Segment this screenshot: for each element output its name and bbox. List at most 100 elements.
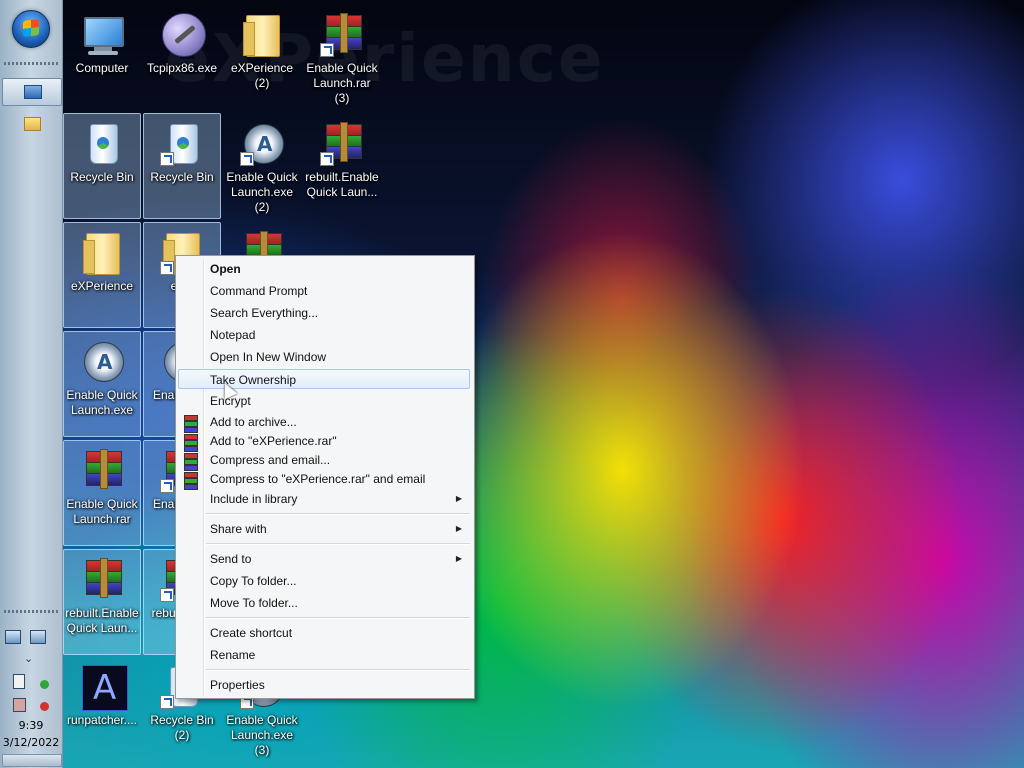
menu-item-label: Move To folder... xyxy=(210,596,298,610)
winrar-archive-icon xyxy=(318,120,366,168)
menu-item-label: Properties xyxy=(210,678,265,692)
icon-label: eXPerience xyxy=(70,279,134,293)
taskbar-grip[interactable] xyxy=(4,62,58,65)
menu-item-label: Send to xyxy=(210,552,252,566)
icon-label: Enable Quick Launch.exe (2) xyxy=(226,170,298,214)
menu-item-move-to-folder[interactable]: Move To folder... xyxy=(178,593,470,613)
clock-date[interactable]: 3/12/2022 xyxy=(0,736,62,749)
icon-label: Recycle Bin xyxy=(70,170,134,184)
winrar-menu-icon xyxy=(184,472,198,490)
shortcut-arrow-icon xyxy=(320,43,334,57)
menu-item-create-shortcut[interactable]: Create shortcut xyxy=(178,623,470,643)
menu-item-label: Open In New Window xyxy=(210,350,327,364)
menu-separator xyxy=(206,513,470,515)
show-desktop-tray-icon[interactable] xyxy=(5,630,21,644)
menu-item-label: Open xyxy=(210,262,241,276)
menu-item-open[interactable]: Open xyxy=(178,259,470,279)
folder-icon xyxy=(238,11,286,59)
shortcut-arrow-icon xyxy=(160,479,174,493)
desktop-icon-tcpip[interactable]: Tcpipx86.exe xyxy=(143,4,221,110)
shortcut-arrow-icon xyxy=(160,152,174,166)
menu-item-compress-to-rar-and-email[interactable]: Compress to "eXPerience.rar" and email xyxy=(178,469,470,490)
icon-label: Recycle Bin (2) xyxy=(150,713,214,742)
menu-item-compress-and-email[interactable]: Compress and email... xyxy=(178,450,470,471)
icon-label: Recycle Bin xyxy=(150,170,214,184)
recycle-bin-icon xyxy=(158,120,206,168)
chevron-down-icon[interactable]: ⌄ xyxy=(24,652,33,665)
desktop-icon-runpatcher[interactable]: runpatcher.... xyxy=(63,656,141,762)
menu-item-open-in-new-window[interactable]: Open In New Window xyxy=(178,347,470,367)
menu-item-label: Rename xyxy=(210,648,256,662)
desktop-icon-computer[interactable]: Computer xyxy=(63,4,141,110)
desktop-icon-enable-quick-launch-rar[interactable]: Enable Quick Launch.rar xyxy=(63,440,141,546)
window-icon xyxy=(24,85,42,99)
winrar-archive-icon xyxy=(318,11,366,59)
submenu-arrow-icon: ▶ xyxy=(455,554,462,563)
shortcut-arrow-icon xyxy=(160,695,174,709)
menu-item-search-everything[interactable]: Search Everything... xyxy=(178,303,470,323)
taskbar-window-button[interactable] xyxy=(2,78,62,106)
desktop-icon-rebuilt-enable-quick-launch[interactable]: rebuilt.Enable Quick Laun... xyxy=(303,113,381,219)
icon-label: Enable Quick Launch.exe xyxy=(66,388,138,417)
error-status-icon[interactable] xyxy=(40,702,49,711)
shortcut-arrow-icon xyxy=(320,152,334,166)
desktop-icon-experience[interactable]: eXPerience xyxy=(63,222,141,328)
menu-separator xyxy=(206,617,470,619)
menu-item-label: Add to archive... xyxy=(210,415,297,429)
menu-item-properties[interactable]: Properties xyxy=(178,675,470,695)
menu-item-add-to-experience-rar[interactable]: Add to "eXPerience.rar" xyxy=(178,431,470,452)
icon-label: eXPerience (2) xyxy=(230,61,294,90)
submenu-arrow-icon: ▶ xyxy=(455,524,462,533)
show-desktop-button[interactable] xyxy=(2,754,62,767)
desktop-icon-enable-quick-launch-exe-2[interactable]: Enable Quick Launch.exe (2) xyxy=(223,113,301,219)
folder-icon xyxy=(78,229,126,277)
desktop-icon-enable-quick-launch-exe[interactable]: Enable Quick Launch.exe xyxy=(63,331,141,437)
menu-item-label: Compress to "eXPerience.rar" and email xyxy=(210,472,426,486)
check-status-icon[interactable] xyxy=(40,680,49,689)
desktop-icon-recycle-bin-shortcut[interactable]: Recycle Bin xyxy=(143,113,221,219)
shortcut-arrow-icon xyxy=(160,261,174,275)
submenu-arrow-icon: ▶ xyxy=(455,494,462,503)
network-globe-icon xyxy=(158,11,206,59)
taskbar-grip-bottom[interactable] xyxy=(4,610,58,613)
icon-label: Computer xyxy=(75,61,129,75)
menu-item-notepad[interactable]: Notepad xyxy=(178,325,470,345)
document-tray-icon[interactable] xyxy=(13,674,25,689)
desktop-icon-rebuilt-enable-quick-launch-2[interactable]: rebuilt.Enable Quick Laun... xyxy=(63,549,141,655)
shortcut-arrow-icon xyxy=(240,152,254,166)
autoit-icon xyxy=(238,120,286,168)
icon-label: Enable Quick Launch.rar xyxy=(66,497,138,526)
menu-item-label: Compress and email... xyxy=(210,453,331,467)
clock-time[interactable]: 9:39 xyxy=(0,719,62,732)
menu-item-label: Create shortcut xyxy=(210,626,293,640)
menu-item-rename[interactable]: Rename xyxy=(178,645,470,665)
winrar-archive-icon xyxy=(78,556,126,604)
context-menu: Open Command Prompt Search Everything...… xyxy=(175,255,475,699)
desktop-icon-experience-2[interactable]: eXPerience (2) xyxy=(223,4,301,110)
icon-label: Enable Quick Launch.rar (3) xyxy=(306,61,378,105)
menu-item-label: Command Prompt xyxy=(210,284,308,298)
desktop-icon-recycle-bin[interactable]: Recycle Bin xyxy=(63,113,141,219)
menu-item-share-with[interactable]: Share with ▶ xyxy=(178,519,470,539)
icon-label: rebuilt.Enable Quick Laun... xyxy=(65,606,139,635)
icon-label: Enable Quick Launch.exe (3) xyxy=(226,713,298,757)
runpatcher-icon xyxy=(78,663,128,711)
menu-item-copy-to-folder[interactable]: Copy To folder... xyxy=(178,571,470,591)
menu-item-command-prompt[interactable]: Command Prompt xyxy=(178,281,470,301)
network-tray-icon[interactable] xyxy=(30,630,46,644)
desktop-icon-enable-quick-launch-rar-3[interactable]: Enable Quick Launch.rar (3) xyxy=(303,4,381,110)
taskbar: ⌄ 9:39 3/12/2022 xyxy=(0,0,63,768)
winrar-menu-icon xyxy=(184,453,198,471)
menu-item-include-in-library[interactable]: Include in library ▶ xyxy=(178,489,470,509)
menu-item-send-to[interactable]: Send to ▶ xyxy=(178,549,470,569)
computer-icon xyxy=(78,11,126,59)
winrar-menu-icon xyxy=(184,434,198,452)
icon-label: Tcpipx86.exe xyxy=(146,61,218,75)
explorer-folder-icon[interactable] xyxy=(24,117,41,131)
menu-item-label: Add to "eXPerience.rar" xyxy=(210,434,337,448)
network-disconnected-icon[interactable] xyxy=(13,698,26,712)
icon-label: runpatcher.... xyxy=(66,713,138,727)
menu-item-add-to-archive[interactable]: Add to archive... xyxy=(178,412,470,433)
menu-separator xyxy=(206,669,470,671)
start-button[interactable] xyxy=(12,10,50,48)
